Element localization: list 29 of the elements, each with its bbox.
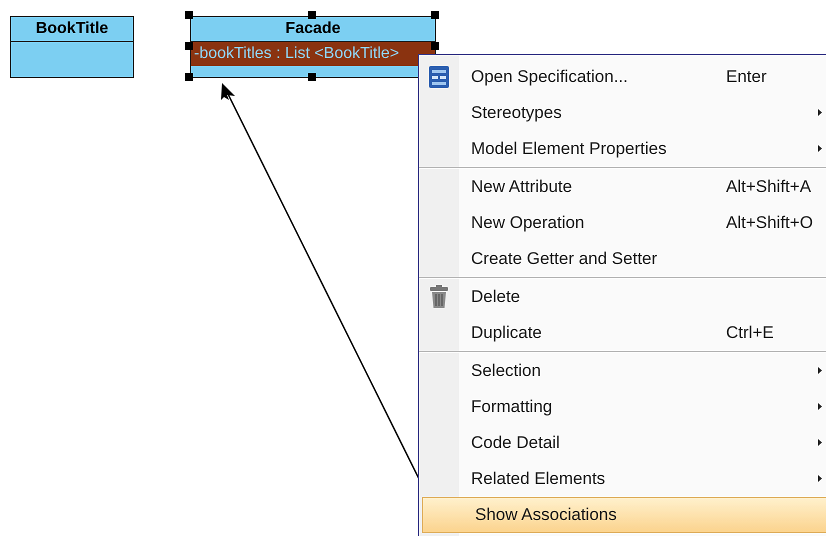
resize-handle[interactable] bbox=[308, 11, 316, 19]
menu-item[interactable]: Model Element Properties bbox=[419, 131, 826, 167]
menu-item[interactable]: Formatting bbox=[419, 389, 826, 425]
trash-icon bbox=[428, 285, 450, 309]
menu-item[interactable]: Create Getter and Setter bbox=[419, 241, 826, 277]
shortcut-text: Alt+Shift+O bbox=[726, 213, 813, 233]
resize-handle[interactable] bbox=[431, 11, 439, 19]
class-box[interactable]: Facade -bookTitles : List <BookTitle> bbox=[190, 16, 436, 78]
shortcut-text: Alt+Shift+A bbox=[726, 177, 812, 197]
shortcut-text: Ctrl+E bbox=[726, 323, 774, 343]
resize-handle[interactable] bbox=[185, 11, 193, 19]
menu-item[interactable]: New Operation Alt+Shift+O bbox=[419, 205, 826, 241]
menu-item[interactable]: Selection bbox=[419, 353, 826, 389]
resize-handle[interactable] bbox=[185, 42, 193, 50]
attribute-row[interactable]: -bookTitles : List <BookTitle> bbox=[191, 42, 435, 66]
resize-handle[interactable] bbox=[308, 73, 316, 81]
menu-item[interactable]: Stereotypes bbox=[419, 95, 826, 131]
resize-handle[interactable] bbox=[185, 73, 193, 81]
menu-item[interactable]: Show Associations bbox=[422, 497, 826, 533]
class-name: BookTitle bbox=[11, 17, 133, 42]
shortcut-text: Enter bbox=[726, 67, 767, 87]
menu-item[interactable]: New Attribute Alt+Shift+A bbox=[419, 169, 826, 205]
menu-item[interactable]: Duplicate Ctrl+E bbox=[419, 315, 826, 351]
class-box[interactable]: BookTitle bbox=[10, 16, 134, 78]
document-icon bbox=[428, 65, 450, 89]
menu-item[interactable]: Delete bbox=[419, 279, 826, 315]
menu-item[interactable]: Code Detail bbox=[419, 425, 826, 461]
resize-handle[interactable] bbox=[431, 42, 439, 50]
menu-item[interactable]: Related Elements bbox=[419, 461, 826, 497]
